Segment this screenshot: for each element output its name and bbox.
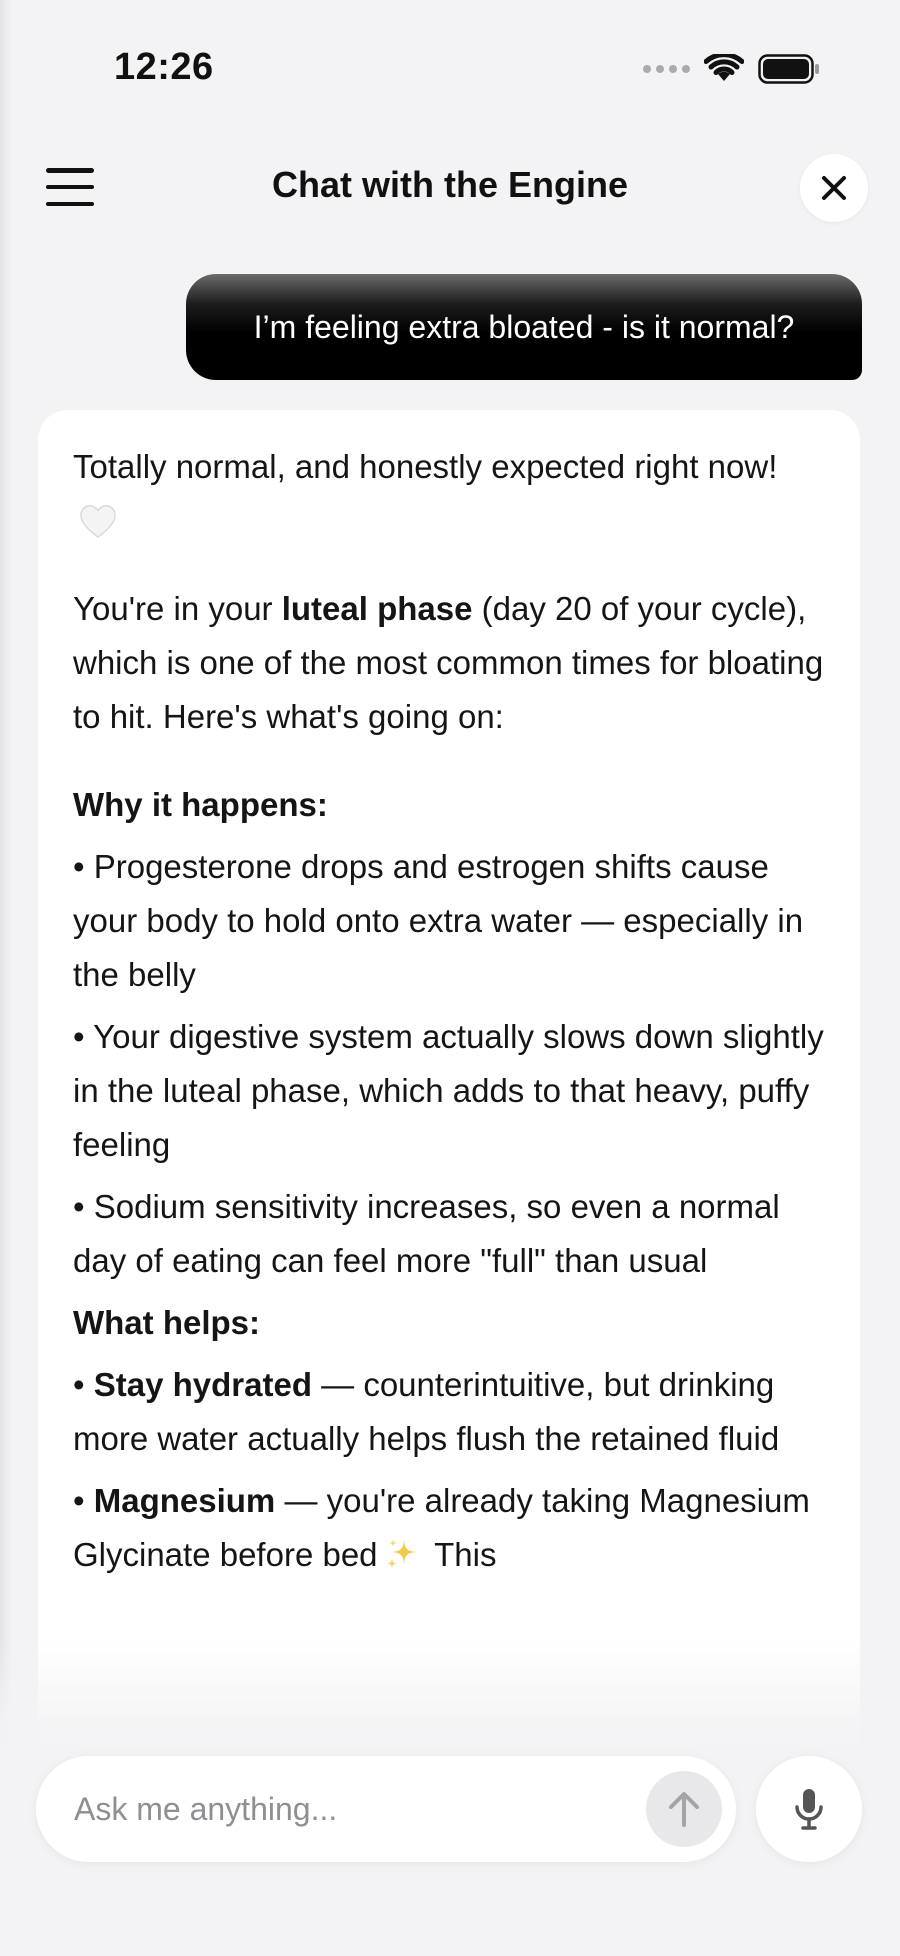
helps-heading: What helps: <box>73 1304 260 1341</box>
user-message-text: I’m feeling extra bloated - is it normal… <box>253 308 795 345</box>
status-time: 12:26 <box>114 46 214 88</box>
list-item: • Magnesium — you're already taking Magn… <box>73 1482 810 1573</box>
window-edge-shadow <box>0 0 12 1956</box>
wifi-icon <box>704 54 744 81</box>
assistant-intro: Totally normal, and honestly expected ri… <box>73 440 824 548</box>
assistant-message-card: Totally normal, and honestly expected ri… <box>38 410 860 1956</box>
list-item: • Your digestive system actually slows d… <box>73 1018 824 1163</box>
assistant-phase-paragraph: You're in your luteal phase (day 20 of y… <box>73 590 824 735</box>
close-icon <box>822 176 846 200</box>
list-item: • Sodium sensitivity increases, so even … <box>73 1188 780 1279</box>
page-title: Chat with the Engine <box>272 164 628 205</box>
microphone-icon <box>795 1789 823 1830</box>
close-button[interactable] <box>800 154 868 222</box>
status-icons <box>643 54 820 84</box>
battery-icon <box>758 54 819 84</box>
send-button[interactable] <box>646 1771 722 1847</box>
list-item: • Progesterone drops and estrogen shifts… <box>73 848 804 993</box>
microphone-button[interactable] <box>756 1756 862 1862</box>
arrow-up-icon <box>669 1792 699 1827</box>
white-heart-icon <box>80 505 116 539</box>
sparkles-icon <box>386 1539 416 1569</box>
chat-input[interactable] <box>72 1789 646 1829</box>
list-item: • Stay hydrated — counterintuitive, but … <box>73 1366 780 1457</box>
assistant-message-content: Totally normal, and honestly expected ri… <box>38 410 860 1582</box>
why-heading: Why it happens: <box>73 786 328 823</box>
message-composer <box>36 1756 736 1862</box>
user-message-bubble: I’m feeling extra bloated - is it normal… <box>186 274 862 380</box>
cellular-signal-icon <box>643 65 690 73</box>
